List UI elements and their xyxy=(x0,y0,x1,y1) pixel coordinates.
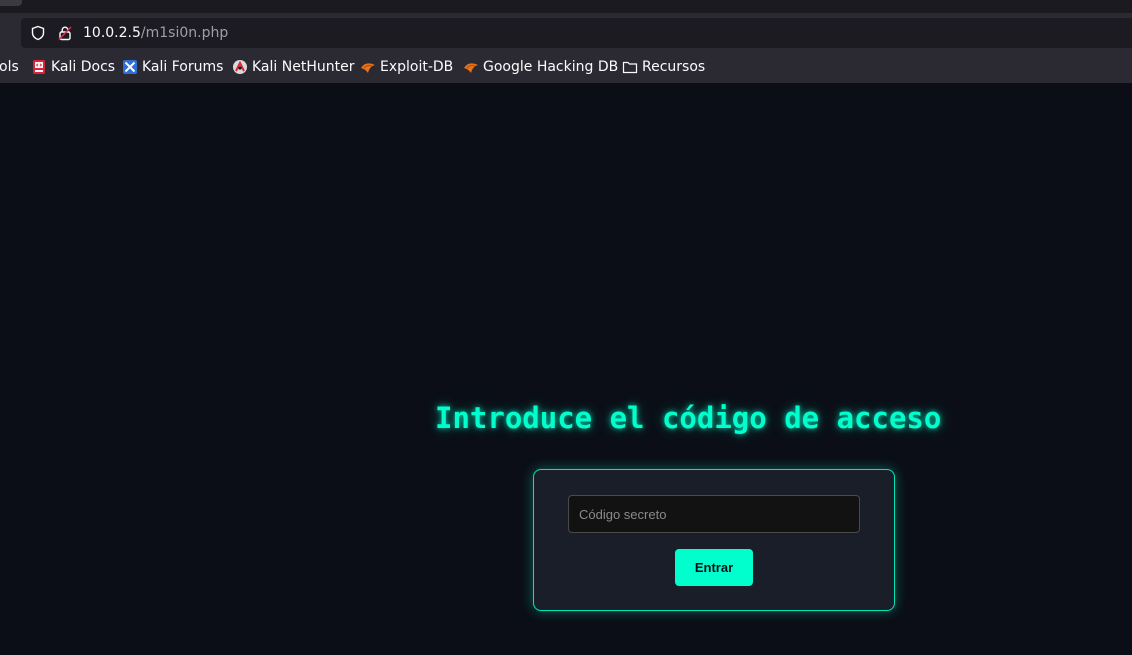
page-title: Introduce el código de acceso xyxy=(435,401,942,435)
exploit-db-icon xyxy=(464,63,478,73)
bookmark-exploit-db[interactable]: Exploit-DB xyxy=(360,58,453,76)
kali-forums-icon xyxy=(123,60,137,74)
bookmarks-toolbar: ols Kali Docs Kali Forums Kali NetHunter… xyxy=(0,51,1132,83)
url-text[interactable]: 10.0.2.5/m1si0n.php xyxy=(83,23,228,43)
kali-docs-icon xyxy=(33,60,45,74)
bookmark-label: Recursos xyxy=(642,59,706,75)
url-host: 10.0.2.5 xyxy=(83,25,141,41)
bookmark-label: Google Hacking DB xyxy=(483,59,619,75)
bookmark-kali-docs[interactable]: Kali Docs xyxy=(31,58,115,76)
exploit-db-icon xyxy=(361,63,375,73)
bookmark-label: ols xyxy=(0,59,19,75)
bookmark-partial[interactable]: ols xyxy=(0,58,19,76)
bookmark-label: Kali NetHunter xyxy=(252,59,355,75)
folder-icon xyxy=(622,61,638,74)
bookmark-label: Exploit-DB xyxy=(380,59,454,75)
bookmark-kali-forums[interactable]: Kali Forums xyxy=(122,58,223,76)
access-form-card: Entrar xyxy=(533,469,895,611)
url-bar[interactable]: 10.0.2.5/m1si0n.php xyxy=(21,18,1132,48)
insecure-lock-icon[interactable] xyxy=(57,25,73,41)
url-path: /m1si0n.php xyxy=(140,25,229,41)
bookmark-label: Kali Docs xyxy=(51,59,116,75)
bookmark-kali-nethunter[interactable]: Kali NetHunter xyxy=(232,58,354,76)
kali-nethunter-icon xyxy=(233,60,247,74)
navigation-bar: 10.0.2.5/m1si0n.php xyxy=(0,13,1132,51)
secret-code-input[interactable] xyxy=(568,495,860,533)
page-content: Introduce el código de acceso Entrar xyxy=(0,83,1132,655)
bookmark-folder-recursos[interactable]: Recursos xyxy=(622,58,705,76)
bookmark-label: Kali Forums xyxy=(142,59,224,75)
bookmark-google-hacking-db[interactable]: Google Hacking DB xyxy=(463,58,618,76)
tab-edge[interactable] xyxy=(0,0,22,6)
tab-strip xyxy=(0,0,1132,13)
enter-button[interactable]: Entrar xyxy=(675,549,753,586)
shield-icon[interactable] xyxy=(30,25,46,41)
